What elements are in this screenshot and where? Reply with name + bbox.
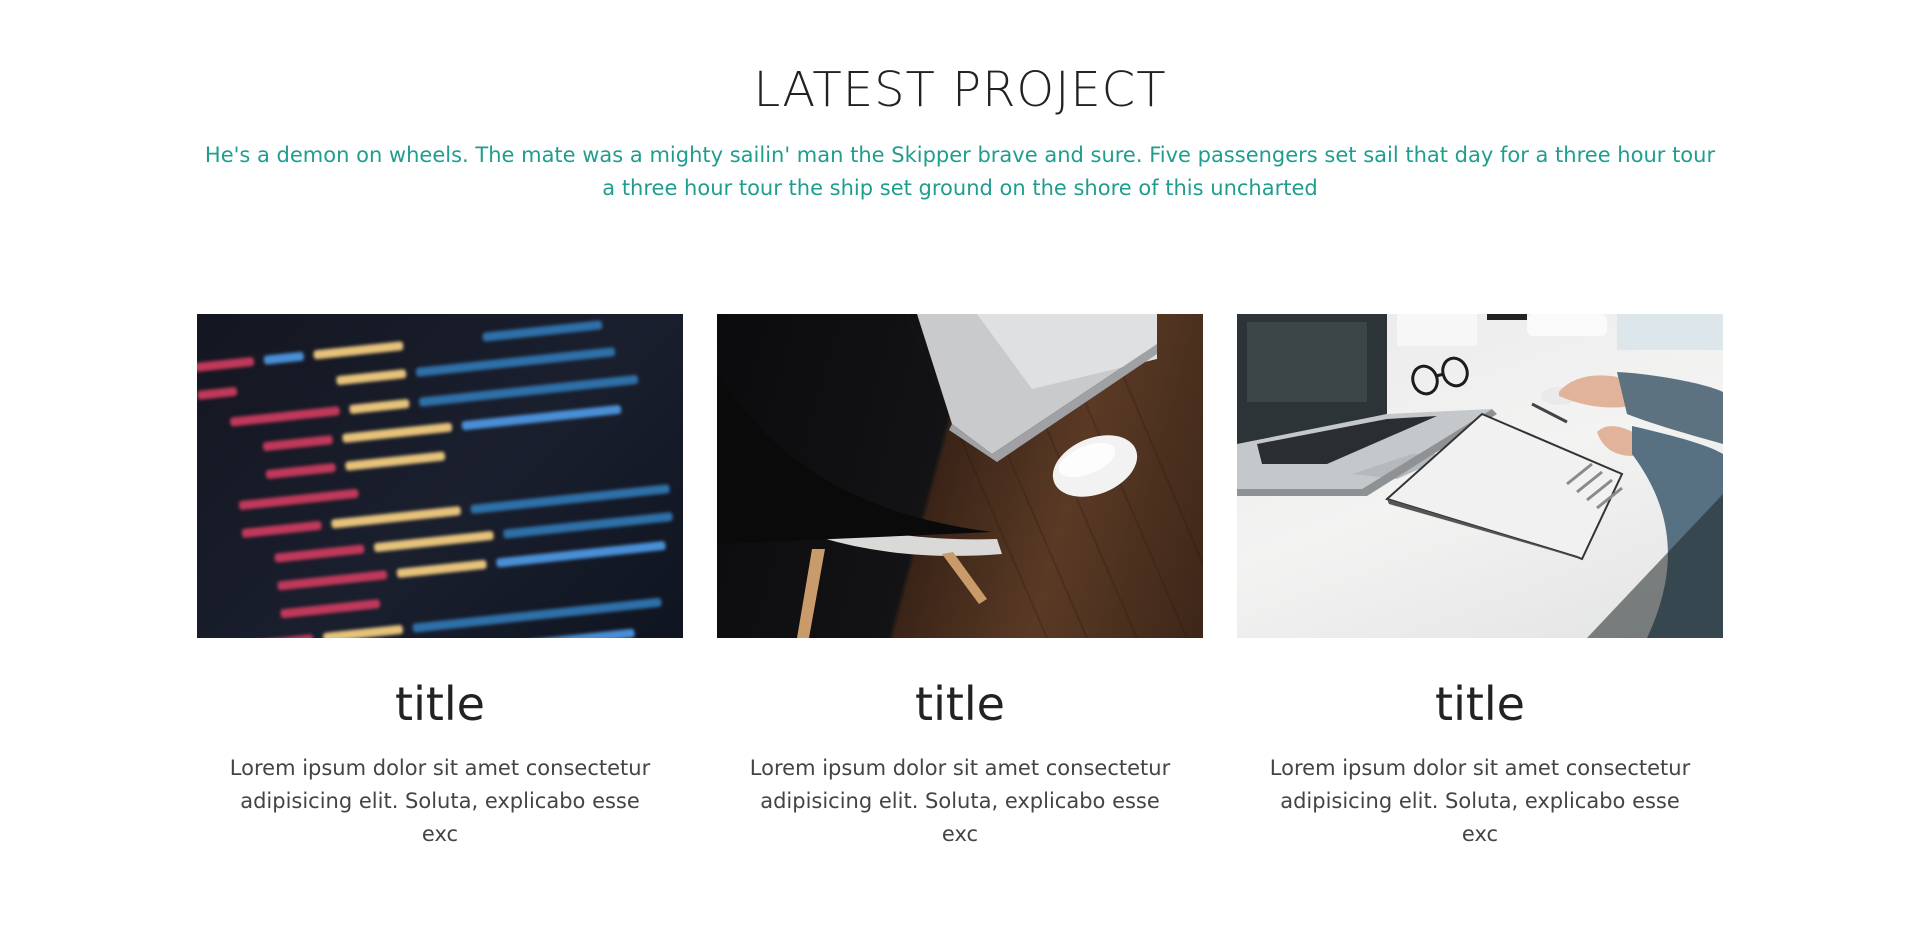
project-card[interactable]: title Lorem ipsum dolor sit amet consect… xyxy=(197,314,683,851)
section-title: LATEST PROJECT xyxy=(753,62,1167,118)
code-photo-graphic xyxy=(197,320,673,638)
project-cards: title Lorem ipsum dolor sit amet consect… xyxy=(197,314,1723,851)
project-card[interactable]: title Lorem ipsum dolor sit amet consect… xyxy=(717,314,1203,851)
project-description: Lorem ipsum dolor sit amet consectetur a… xyxy=(229,756,651,846)
project-image-workspace[interactable] xyxy=(1237,314,1723,638)
project-image-code[interactable] xyxy=(197,314,683,638)
desk-photo-graphic xyxy=(717,314,1203,638)
latest-project-section: LATEST PROJECT He's a demon on wheels. T… xyxy=(0,0,1920,936)
section-subtitle: He's a demon on wheels. The mate was a m… xyxy=(204,143,1716,200)
project-title[interactable]: title xyxy=(1237,676,1723,732)
project-description: Lorem ipsum dolor sit amet consectetur a… xyxy=(749,756,1171,846)
project-image-desk[interactable] xyxy=(717,314,1203,638)
project-title[interactable]: title xyxy=(197,676,683,732)
workspace-photo-graphic xyxy=(1237,314,1723,638)
project-description: Lorem ipsum dolor sit amet consectetur a… xyxy=(1269,756,1691,846)
project-card[interactable]: title Lorem ipsum dolor sit amet consect… xyxy=(1237,314,1723,851)
project-title[interactable]: title xyxy=(717,676,1203,732)
